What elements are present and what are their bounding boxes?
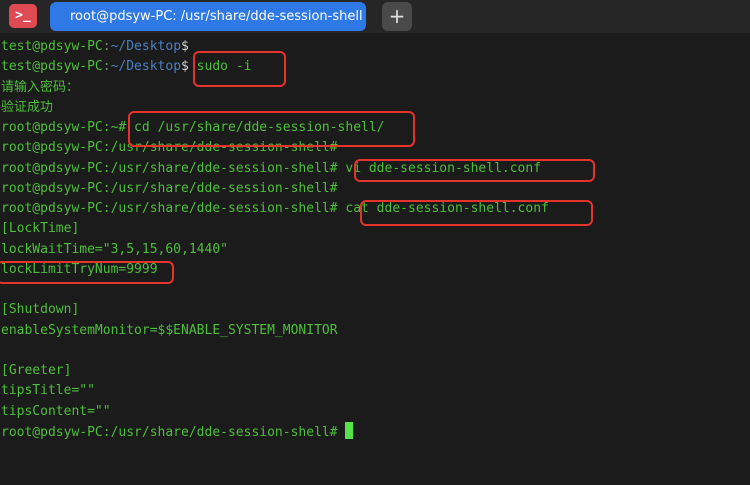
terminal-line: enableSystemMonitor=$$ENABLE_SYSTEM_MONI… xyxy=(1,322,338,338)
terminal-line: 验证成功 xyxy=(1,99,54,115)
prompt-path: ~/Desktop xyxy=(110,39,182,54)
terminal-line: lockWaitTime="3,5,15,60,1440" xyxy=(1,241,228,257)
terminal-line: root@pdsyw-PC:/usr/share/dde-session-she… xyxy=(1,201,549,216)
terminal-window: >_ root@pdsyw-PC: /usr/share/dde-session… xyxy=(0,0,750,485)
prompt-user: test@pdsyw-PC xyxy=(1,39,103,54)
terminal-line: root@pdsyw-PC:/usr/share/dde-session-she… xyxy=(0,421,750,442)
terminal-line: [Greeter] xyxy=(1,363,72,378)
terminal-line: tipsTitle="" xyxy=(1,383,95,399)
terminal-line: 请输入密码： xyxy=(1,79,80,95)
prompt-dollar: $ xyxy=(181,59,189,75)
terminal-line: [Shutdown] xyxy=(1,302,80,318)
plus-icon[interactable]: + xyxy=(382,2,412,31)
terminal-cursor xyxy=(345,421,354,439)
prompt-separator: : xyxy=(102,59,111,75)
terminal-line: root@pdsyw-PC:/usr/share/dde-session-she… xyxy=(1,180,338,196)
terminal-line: root@pdsyw-PC:/usr/share/dde-session-she… xyxy=(1,160,542,176)
prompt-text: root@pdsyw-PC:/usr/share/dde-session-she… xyxy=(1,424,346,440)
terminal-line: [LockTime] xyxy=(1,221,80,237)
terminal-line: root@pdsyw-PC:~# cd /usr/share/dde-sessi… xyxy=(1,120,385,135)
prompt-user: test@pdsyw-PC xyxy=(1,59,103,75)
terminal-app-icon[interactable]: >_ xyxy=(9,4,37,28)
terminal-line: root@pdsyw-PC:/usr/share/dde-session-she… xyxy=(1,140,338,156)
tab-bar: >_ root@pdsyw-PC: /usr/share/dde-session… xyxy=(0,0,750,33)
terminal-line: test@pdsyw-PC:~/Desktop$ sudo -i xyxy=(0,57,750,77)
prompt-separator: : xyxy=(102,39,111,54)
terminal-line: test@pdsyw-PC:~/Desktop$ xyxy=(0,37,750,57)
terminal-line: lockLimitTryNum=9999 xyxy=(1,261,158,277)
terminal-output[interactable]: test@pdsyw-PC:~/Desktop$ test@pdsyw-PC:~… xyxy=(0,37,750,442)
terminal-line: tipsContent="" xyxy=(1,403,111,419)
prompt-dollar: $ xyxy=(181,39,189,54)
prompt-path: ~/Desktop xyxy=(110,59,182,75)
command-text: sudo -i xyxy=(188,59,252,75)
tab-terminal-session[interactable]: root@pdsyw-PC: /usr/share/dde-session-sh… xyxy=(50,2,366,31)
